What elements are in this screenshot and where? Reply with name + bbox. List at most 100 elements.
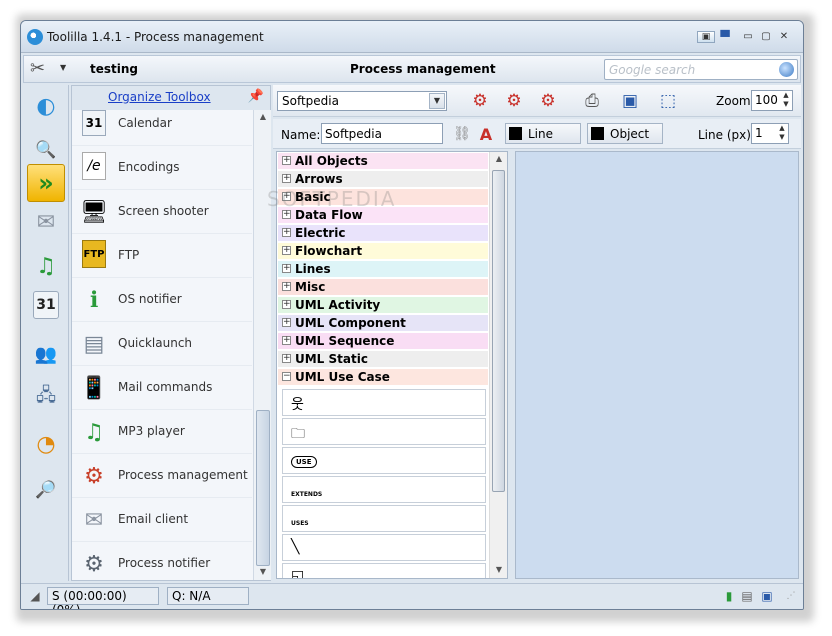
shape-use-case[interactable]: USE [282,447,486,474]
toolbox-item-process-notifier[interactable]: ⚙ Process notifier [72,542,252,580]
organize-toolbox-link[interactable]: Organize Toolbox [108,90,211,104]
network-icon[interactable]: 🖧 [27,379,65,417]
spin-up-icon[interactable]: ▲ [781,91,791,100]
expand-icon[interactable]: + [282,228,291,237]
collapse-icon[interactable]: − [282,372,291,381]
capture-icon[interactable]: ⬚ [655,89,681,113]
restore-button[interactable]: ▢ [759,31,773,43]
mp3-icon[interactable]: ♫ [27,247,65,285]
user-name[interactable]: testing [90,62,138,76]
battery-icon[interactable]: ▮ [721,588,737,604]
categories-scrollbar[interactable]: ▲ ▼ [489,152,507,578]
clipboard-icon[interactable]: ▤ [739,588,755,604]
shape-line[interactable]: ╲ [282,534,486,561]
expand-icon[interactable]: + [282,156,291,165]
minimize-button[interactable]: ▭ [741,31,755,43]
spin-down-icon[interactable]: ▼ [781,100,791,109]
diagram-select[interactable]: Softpedia ▼ [277,91,447,111]
calendar-icon[interactable]: 31 [33,291,59,319]
category-uml-component[interactable]: + UML Component [278,315,488,332]
scroll-down-icon[interactable]: ▼ [494,566,504,574]
toolbox-item-email-client[interactable]: ✉ Email client [72,498,252,542]
name-input[interactable] [321,123,443,144]
close-button[interactable]: ✕ [777,31,791,43]
shape-uses[interactable]: USES [282,505,486,532]
users-icon[interactable]: 👥 [27,335,65,373]
expand-icon[interactable]: + [282,318,291,327]
diagram-canvas[interactable] [515,151,799,579]
expand-icon[interactable]: + [282,282,291,291]
toolbox-item-mail-commands[interactable]: 📱 Mail commands [72,366,252,410]
category-all-objects[interactable]: + All Objects [278,153,488,170]
toolbox-item-label: Calendar [118,116,172,130]
tools-icon[interactable]: ✂ [30,58,54,80]
search-globe-icon[interactable] [779,62,794,77]
object-color-button[interactable]: Object [587,123,663,144]
chevron-down-icon[interactable]: ▼ [429,93,445,109]
edit-diagram-icon[interactable]: ⚙ [501,89,527,113]
category-flowchart[interactable]: + Flowchart [278,243,488,260]
app-logo-icon [27,29,43,45]
toolbox-scroll-thumb[interactable] [256,410,270,566]
screen-icon[interactable]: ▣ [759,588,775,604]
category-misc[interactable]: + Misc [278,279,488,296]
category-uml-activity[interactable]: + UML Activity [278,297,488,314]
expand-icon[interactable]: + [282,264,291,273]
toolbox-scrollbar[interactable]: ▲ ▼ [253,110,271,580]
delete-diagram-icon[interactable]: ⚙ [535,89,561,113]
toolilla-home-icon[interactable]: ◐ [27,87,65,125]
category-electric[interactable]: + Electric [278,225,488,242]
category-uml-sequence[interactable]: + UML Sequence [278,333,488,350]
scroll-down-icon[interactable]: ▼ [258,568,268,576]
scroll-up-icon[interactable]: ▲ [258,113,268,121]
toolbox-item-quicklaunch[interactable]: ▤ Quicklaunch [72,322,252,366]
pin-icon[interactable]: 📌 [248,89,264,104]
export-image-icon[interactable]: ▣ [617,89,643,113]
toolbox-item-encodings[interactable]: /e Encodings [72,146,252,190]
link-icon[interactable]: ⛓ [449,122,475,146]
zoom-stepper[interactable]: 100 ▲ ▼ [751,90,793,111]
toolbox-item-mp3-player[interactable]: ♫ MP3 player [72,410,252,454]
expand-icon[interactable]: + [282,246,291,255]
toolbox-item-calendar[interactable]: 31 Calendar [72,110,252,146]
print-icon[interactable]: ⎙ [579,89,605,113]
chevron-down-icon[interactable]: ▼ [60,64,68,72]
quicklaunch-icon: ▤ [83,331,105,357]
spin-up-icon[interactable]: ▲ [777,124,787,133]
expand-icon[interactable]: + [282,336,291,345]
shape-package[interactable]: 🗀 [282,418,486,445]
scroll-up-icon[interactable]: ▲ [494,155,504,163]
font-color-icon[interactable]: A [473,122,499,146]
shape-note[interactable]: ◱ [282,563,486,578]
category-arrows[interactable]: + Arrows [278,171,488,188]
expand-icon[interactable]: + [282,300,291,309]
categories-scroll-thumb[interactable] [492,170,505,492]
expand-icon[interactable]: + [282,354,291,363]
signal-icon: ◢ [30,589,40,603]
toolbox-item-process-management[interactable]: ⚙ Process management [72,454,252,498]
spin-down-icon[interactable]: ▼ [777,133,787,142]
category-lines[interactable]: + Lines [278,261,488,278]
process-notifier-icon: ⚙ [84,551,104,577]
line-width-stepper[interactable]: 1 ▲ ▼ [751,123,789,144]
expand-icon[interactable]: + [282,210,291,219]
toolbox-item-os-notifier[interactable]: ℹ OS notifier [72,278,252,322]
category-uml-static[interactable]: + UML Static [278,351,488,368]
notify-tray-icon[interactable]: ▣ [697,31,715,43]
email-icon[interactable]: ✉ [27,203,65,241]
category-uml-use-case[interactable]: − UML Use Case [278,369,488,386]
encodings-icon: /e [82,152,106,180]
monitor-icon[interactable]: ▀ [719,31,731,43]
process-management-icon[interactable]: » [27,164,65,202]
new-diagram-icon[interactable]: ⚙ [467,89,493,113]
line-color-button[interactable]: Line [505,123,581,144]
toolbox-item-ftp[interactable]: FTP FTP [72,234,252,278]
preview-icon[interactable]: 🔎 [27,471,65,509]
shape-actor[interactable]: 웃 [282,389,486,416]
toolbox-item-screen-shooter[interactable]: 🖥 Screen shooter [72,190,252,234]
search-input[interactable] [609,62,775,78]
expand-icon[interactable]: + [282,174,291,183]
chart-icon[interactable]: ◔ [27,425,65,463]
resize-grip-icon[interactable]: ⋰ [783,588,799,604]
shape-extends[interactable]: EXTENDS [282,476,486,503]
